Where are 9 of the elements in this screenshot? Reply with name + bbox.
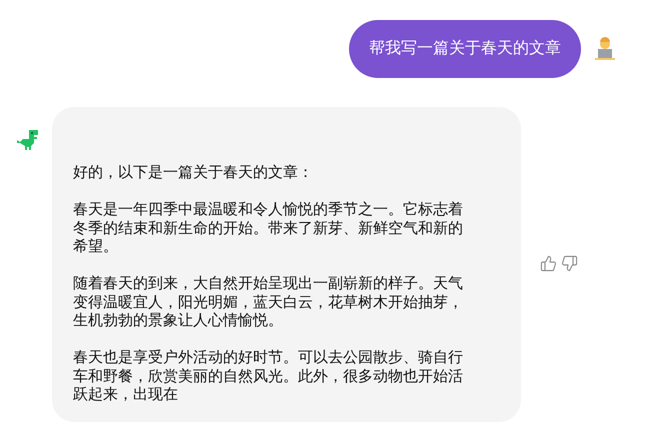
message-paragraph: 春天也是享受户外活动的好时节。可以去公园散步、骑自行车和野餐，欣赏美丽的自然风光。此外，很多动物也开始活跃起来，出现在 [73, 349, 464, 404]
thumbs-down-button[interactable] [561, 255, 578, 272]
thumbs-up-button[interactable] [540, 255, 557, 272]
user-message: 帮我写一篇关于春天的文章 [349, 20, 581, 78]
person-laptop-icon [594, 37, 616, 61]
message-paragraph: 随着春天的到来，大自然开始呈现出一副崭新的样子。天气变得温暖宜人，阳光明媚，蓝天白云，花草树木开始抽芽，生机勃勃的景象让人心情愉悦。 [73, 275, 464, 330]
message-paragraph: 春天是一年四季中最温暖和令人愉悦的季节之一。它标志着冬季的结束和新生命的开始。带来了新芽、新鲜空气和新的希望。 [73, 201, 464, 256]
dinosaur-icon [16, 129, 40, 151]
message-paragraph: 好的，以下是一篇关于春天的文章： [73, 164, 314, 182]
